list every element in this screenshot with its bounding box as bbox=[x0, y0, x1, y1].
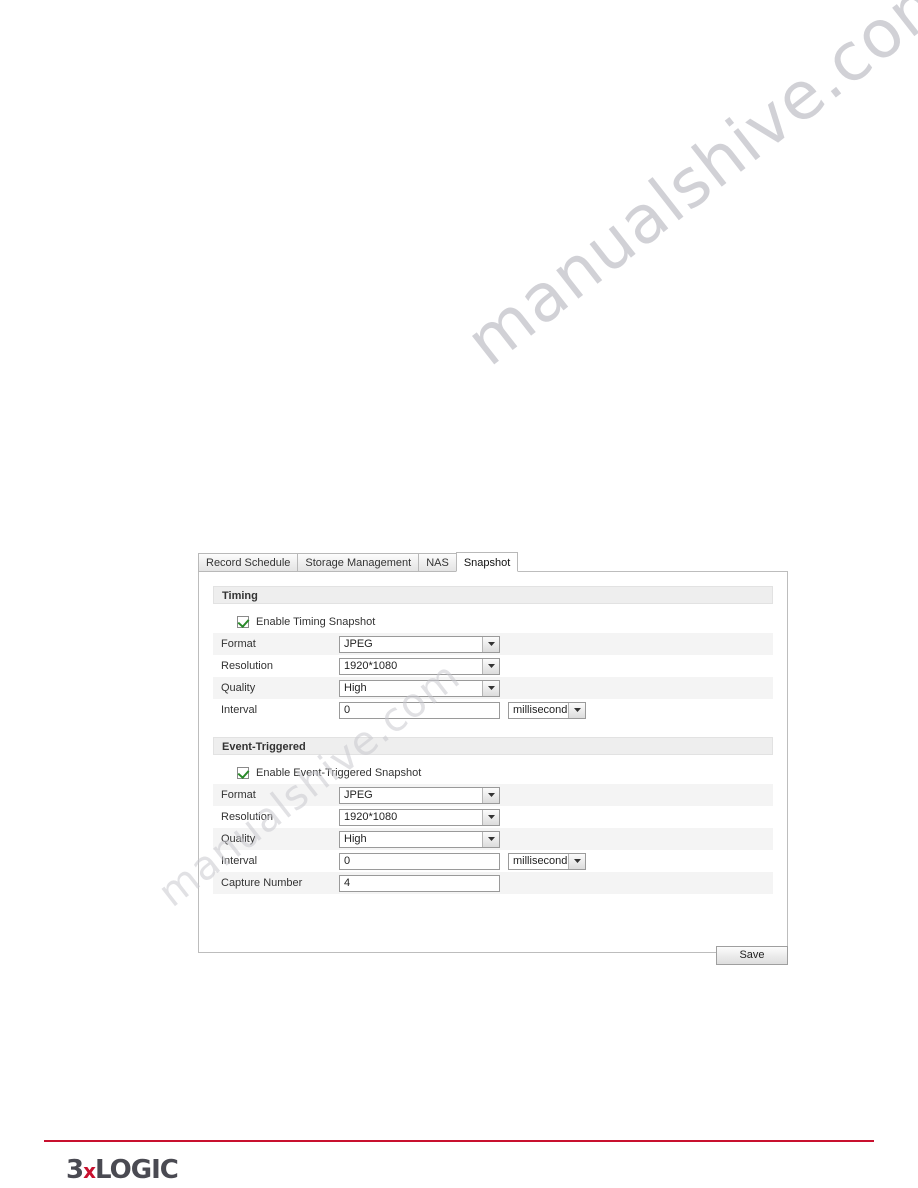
event-resolution-row: Resolution 1920*1080 bbox=[213, 806, 773, 828]
chevron-down-icon[interactable] bbox=[482, 636, 499, 652]
tab-nas[interactable]: NAS bbox=[418, 553, 457, 572]
chevron-down-icon[interactable] bbox=[482, 787, 499, 803]
event-triggered-section-header: Event-Triggered bbox=[213, 737, 773, 755]
timing-format-label: Format bbox=[221, 638, 256, 650]
timing-quality-row: Quality High bbox=[213, 677, 773, 699]
enable-event-triggered-snapshot-row[interactable]: Enable Event-Triggered Snapshot bbox=[213, 762, 773, 784]
tab-record-schedule[interactable]: Record Schedule bbox=[198, 553, 299, 572]
brand-logo-right: LOGIC bbox=[95, 1155, 179, 1185]
timing-interval-label: Interval bbox=[221, 704, 258, 716]
event-resolution-select[interactable]: 1920*1080 bbox=[339, 808, 500, 826]
event-format-row: Format JPEG bbox=[213, 784, 773, 806]
timing-resolution-row: Resolution 1920*1080 bbox=[213, 655, 773, 677]
timing-format-row: Format JPEG bbox=[213, 633, 773, 655]
event-resolution-label: Resolution bbox=[221, 811, 273, 823]
event-interval-label: Interval bbox=[221, 855, 258, 867]
event-interval-unit-select[interactable]: millisecond bbox=[508, 852, 586, 870]
event-interval-input[interactable]: 0 bbox=[339, 852, 500, 870]
chevron-down-icon[interactable] bbox=[568, 702, 585, 718]
footer-divider bbox=[44, 1140, 874, 1142]
event-resolution-value: 1920*1080 bbox=[344, 810, 398, 823]
event-interval-row: Interval 0 millisecond bbox=[213, 850, 773, 872]
timing-interval-unit-select[interactable]: millisecond bbox=[508, 701, 586, 719]
timing-format-select[interactable]: JPEG bbox=[339, 635, 500, 653]
event-capture-number-label: Capture Number bbox=[221, 877, 303, 889]
event-quality-value: High bbox=[344, 832, 367, 845]
brand-logo-left: 3 bbox=[66, 1155, 84, 1185]
watermark-text-main: manualshive.com bbox=[452, 0, 918, 381]
save-bar: Save bbox=[198, 946, 788, 965]
event-quality-row: Quality High bbox=[213, 828, 773, 850]
tab-snapshot[interactable]: Snapshot bbox=[455, 552, 519, 572]
timing-resolution-value: 1920*1080 bbox=[344, 659, 398, 672]
chevron-down-icon[interactable] bbox=[568, 853, 585, 869]
brand-logo-x: x bbox=[83, 1159, 96, 1183]
timing-resolution-select[interactable]: 1920*1080 bbox=[339, 657, 500, 675]
timing-format-value: JPEG bbox=[344, 637, 373, 650]
chevron-down-icon[interactable] bbox=[482, 831, 499, 847]
event-quality-label: Quality bbox=[221, 833, 256, 845]
enable-timing-snapshot-label: Enable Timing Snapshot bbox=[256, 616, 376, 628]
timing-quality-value: High bbox=[344, 681, 367, 694]
tab-storage-management[interactable]: Storage Management bbox=[297, 553, 420, 572]
snapshot-settings-screenshot: Record Schedule Storage Management NAS S… bbox=[198, 551, 788, 953]
timing-interval-row: Interval 0 millisecond bbox=[213, 699, 773, 721]
chevron-down-icon[interactable] bbox=[482, 809, 499, 825]
enable-event-triggered-snapshot-checkbox[interactable] bbox=[237, 767, 249, 779]
chevron-down-icon[interactable] bbox=[482, 658, 499, 674]
event-capture-number-row: Capture Number 4 bbox=[213, 872, 773, 894]
event-capture-number-input[interactable]: 4 bbox=[339, 874, 500, 892]
timing-interval-unit-value: millisecond bbox=[513, 703, 568, 716]
event-format-value: JPEG bbox=[344, 788, 373, 801]
event-format-select[interactable]: JPEG bbox=[339, 786, 500, 804]
tab-bar: Record Schedule Storage Management NAS S… bbox=[198, 551, 788, 572]
timing-interval-input[interactable]: 0 bbox=[339, 701, 500, 719]
save-button[interactable]: Save bbox=[716, 946, 788, 965]
timing-resolution-label: Resolution bbox=[221, 660, 273, 672]
enable-event-triggered-snapshot-label: Enable Event-Triggered Snapshot bbox=[256, 767, 422, 779]
enable-timing-snapshot-row[interactable]: Enable Timing Snapshot bbox=[213, 611, 773, 633]
timing-section-header: Timing bbox=[213, 586, 773, 604]
brand-logo: 3xLOGIC bbox=[66, 1155, 179, 1185]
chevron-down-icon[interactable] bbox=[482, 680, 499, 696]
enable-timing-snapshot-checkbox[interactable] bbox=[237, 616, 249, 628]
timing-quality-label: Quality bbox=[221, 682, 256, 694]
snapshot-panel: Timing Enable Timing Snapshot Format JPE… bbox=[198, 571, 788, 953]
timing-quality-select[interactable]: High bbox=[339, 679, 500, 697]
event-format-label: Format bbox=[221, 789, 256, 801]
event-quality-select[interactable]: High bbox=[339, 830, 500, 848]
event-interval-unit-value: millisecond bbox=[513, 854, 568, 867]
